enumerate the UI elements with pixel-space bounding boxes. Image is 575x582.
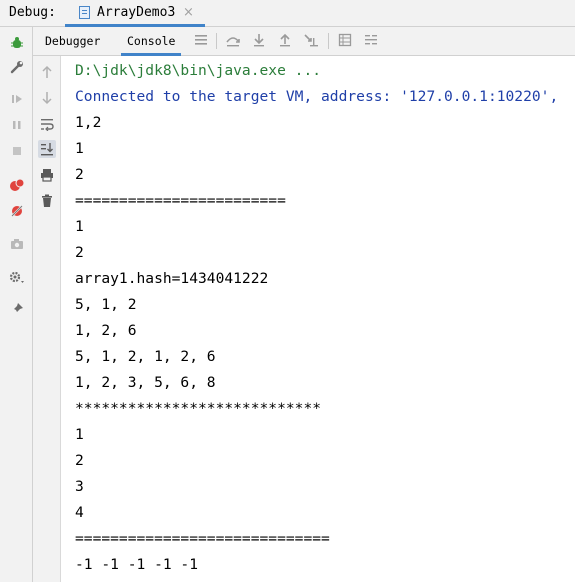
debug-title-bar: Debug: ArrayDemo3 × — [0, 0, 575, 27]
console-line-command: D:\jdk\jdk8\bin\java.exe ... — [75, 62, 322, 79]
step-into-icon[interactable] — [251, 32, 267, 48]
mute-breakpoints-icon[interactable] — [8, 202, 26, 220]
close-icon[interactable]: × — [183, 5, 194, 20]
debug-left-toolbar — [0, 27, 33, 582]
pause-icon[interactable] — [8, 116, 26, 134]
console-line: 3 — [75, 478, 84, 495]
console-line: 2 — [75, 452, 84, 469]
view-breakpoints-icon[interactable] — [8, 176, 26, 194]
debug-label: Debug: — [9, 5, 56, 20]
tab-debugger[interactable]: Debugger — [45, 27, 100, 56]
console-line: 2 — [75, 166, 84, 183]
up-arrow-icon[interactable] — [38, 63, 56, 81]
console-line: 5, 1, 2 — [75, 296, 137, 313]
console-line: 1 — [75, 218, 84, 235]
console-line: 1, 2, 6 — [75, 322, 137, 339]
console-line: array1.hash=1434041222 — [75, 270, 269, 287]
menu-icon[interactable] — [193, 32, 209, 48]
down-arrow-icon[interactable] — [38, 89, 56, 107]
print-icon[interactable] — [38, 166, 56, 184]
bug-icon[interactable] — [8, 34, 26, 52]
pin-icon[interactable] — [8, 300, 26, 318]
console-output[interactable]: D:\jdk\jdk8\bin\java.exe ... Connected t… — [61, 56, 575, 582]
soft-wrap-icon[interactable] — [38, 115, 56, 133]
console-line: -1 -1 -1 -1 -1 — [75, 556, 199, 573]
console-line: ======================== — [75, 192, 286, 209]
console-line: 2 — [75, 244, 84, 261]
frames-icon[interactable] — [363, 32, 379, 48]
console-line: 1 — [75, 140, 84, 157]
resume-icon[interactable] — [8, 90, 26, 108]
console-side-toolbar — [33, 56, 61, 582]
toolbar-separator — [328, 33, 329, 49]
console-line: ============================= — [75, 530, 330, 547]
wrench-icon[interactable] — [8, 58, 26, 76]
evaluate-icon[interactable] — [337, 32, 353, 48]
settings-icon[interactable] — [8, 268, 26, 286]
trash-icon[interactable] — [38, 192, 56, 210]
console-line: 1,2 — [75, 114, 102, 131]
toolbar-separator — [216, 33, 217, 49]
console-line: 1, 2, 3, 5, 6, 8 — [75, 374, 216, 391]
console-line: 1 — [75, 426, 84, 443]
tab-label: ArrayDemo3 — [97, 5, 176, 20]
step-over-icon[interactable] — [225, 32, 241, 48]
console-line: **************************** — [75, 400, 322, 417]
run-to-cursor-icon[interactable] — [303, 32, 319, 48]
debug-toolbar: Debugger Console — [33, 27, 575, 56]
run-config-icon — [79, 6, 90, 19]
console-line: 5, 1, 2, 1, 2, 6 — [75, 348, 216, 365]
stop-icon[interactable] — [8, 142, 26, 160]
tab-arraydemo3[interactable]: ArrayDemo3 × — [65, 0, 205, 27]
scroll-to-end-icon[interactable] — [38, 140, 56, 158]
console-line-info: Connected to the target VM, address: '12… — [75, 88, 559, 105]
camera-icon[interactable] — [8, 235, 26, 253]
tab-console[interactable]: Console — [121, 27, 182, 56]
console-line: 4 — [75, 504, 84, 521]
step-out-icon[interactable] — [277, 32, 293, 48]
